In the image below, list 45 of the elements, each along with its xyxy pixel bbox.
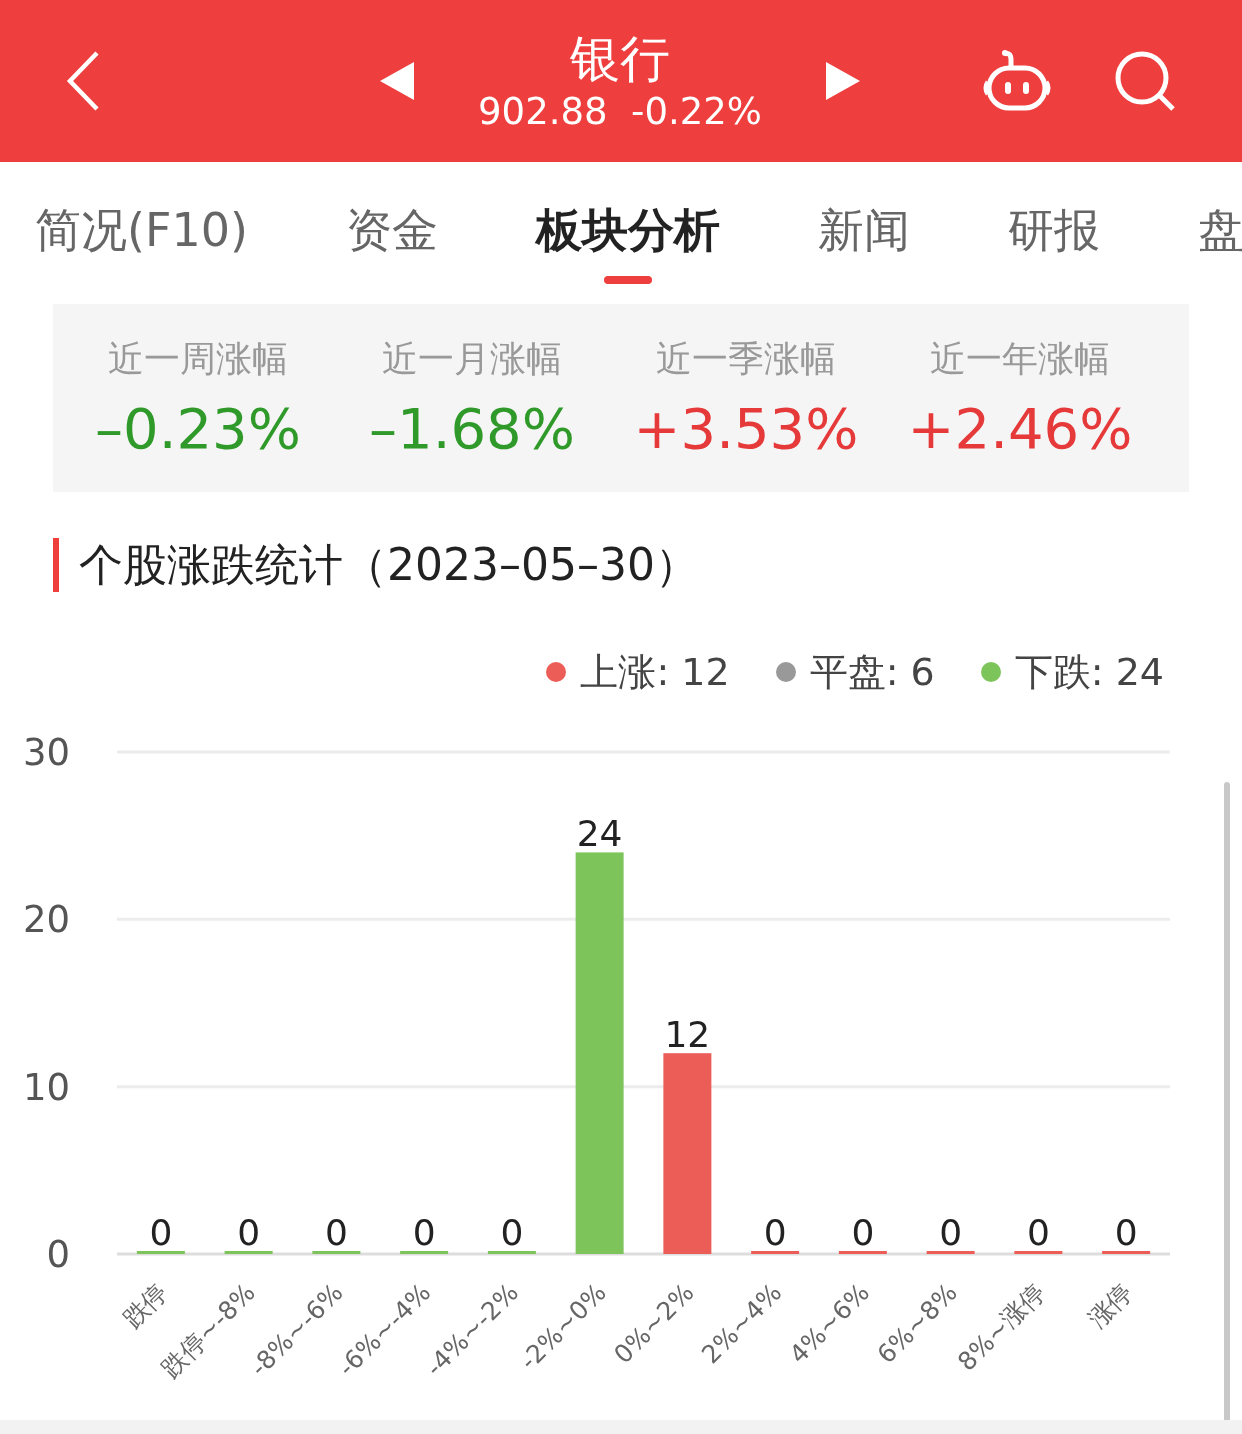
legend-label: 下跌: 24 xyxy=(1014,648,1164,696)
bar-value-label: 24 xyxy=(576,813,623,855)
bar-value-label: 0 xyxy=(149,1212,173,1253)
stat-value: –1.68% xyxy=(369,395,575,463)
stat-label: 近一周涨幅 xyxy=(108,337,288,381)
sector-title: 银行 xyxy=(570,29,670,90)
tab-indicator xyxy=(603,276,652,284)
legend-label: 上涨: 12 xyxy=(580,648,730,696)
back-icon[interactable] xyxy=(66,51,100,111)
robot-icon[interactable] xyxy=(981,50,1053,112)
x-axis-label: 跌停 xyxy=(117,1277,174,1334)
tab[interactable]: 研报 xyxy=(1007,162,1100,304)
bar-value-label: 0 xyxy=(1114,1212,1138,1253)
y-axis-label: 10 xyxy=(22,1065,70,1109)
tab[interactable]: 简况(F10) xyxy=(35,162,248,304)
y-axis-label: 0 xyxy=(46,1233,70,1276)
previous-arrow-icon[interactable] xyxy=(380,62,414,100)
stat-label: 近一年涨幅 xyxy=(930,337,1110,381)
bar-value-label: 0 xyxy=(939,1212,963,1253)
stat-value: +2.46% xyxy=(907,395,1133,463)
bar-value-label: 0 xyxy=(324,1212,348,1253)
bar-value-label: 0 xyxy=(1026,1212,1050,1253)
section-marker xyxy=(53,538,59,592)
bar-value-label: 0 xyxy=(851,1212,875,1253)
section-title: 个股涨跌统计（2023–05–30） xyxy=(79,537,699,592)
index-quote: 902.88 -0.22% xyxy=(478,90,762,134)
tab[interactable]: 资金 xyxy=(345,162,438,304)
bar-value-label: 0 xyxy=(237,1212,261,1253)
tab[interactable]: 新闻 xyxy=(817,162,910,304)
bar-value-label: 0 xyxy=(500,1212,524,1253)
bar-value-label: 0 xyxy=(412,1212,436,1253)
y-axis-label: 30 xyxy=(22,731,70,774)
tab[interactable]: 板块分析 xyxy=(535,162,720,304)
bar-value-label: 0 xyxy=(763,1212,787,1253)
stat-label: 近一季涨幅 xyxy=(656,337,836,381)
stat-value: –0.23% xyxy=(95,395,301,463)
legend-label: 平盘: 6 xyxy=(809,648,935,696)
x-axis-label: 涨停 xyxy=(1082,1277,1139,1334)
bar-value-label: 12 xyxy=(664,1014,711,1056)
search-icon[interactable] xyxy=(1114,50,1176,112)
y-axis-label: 20 xyxy=(22,898,70,942)
next-arrow-icon[interactable] xyxy=(826,62,860,100)
stat-label: 近一月涨幅 xyxy=(382,337,562,381)
tab[interactable]: 盘 xyxy=(1197,162,1242,304)
stat-value: +3.53% xyxy=(633,395,859,463)
